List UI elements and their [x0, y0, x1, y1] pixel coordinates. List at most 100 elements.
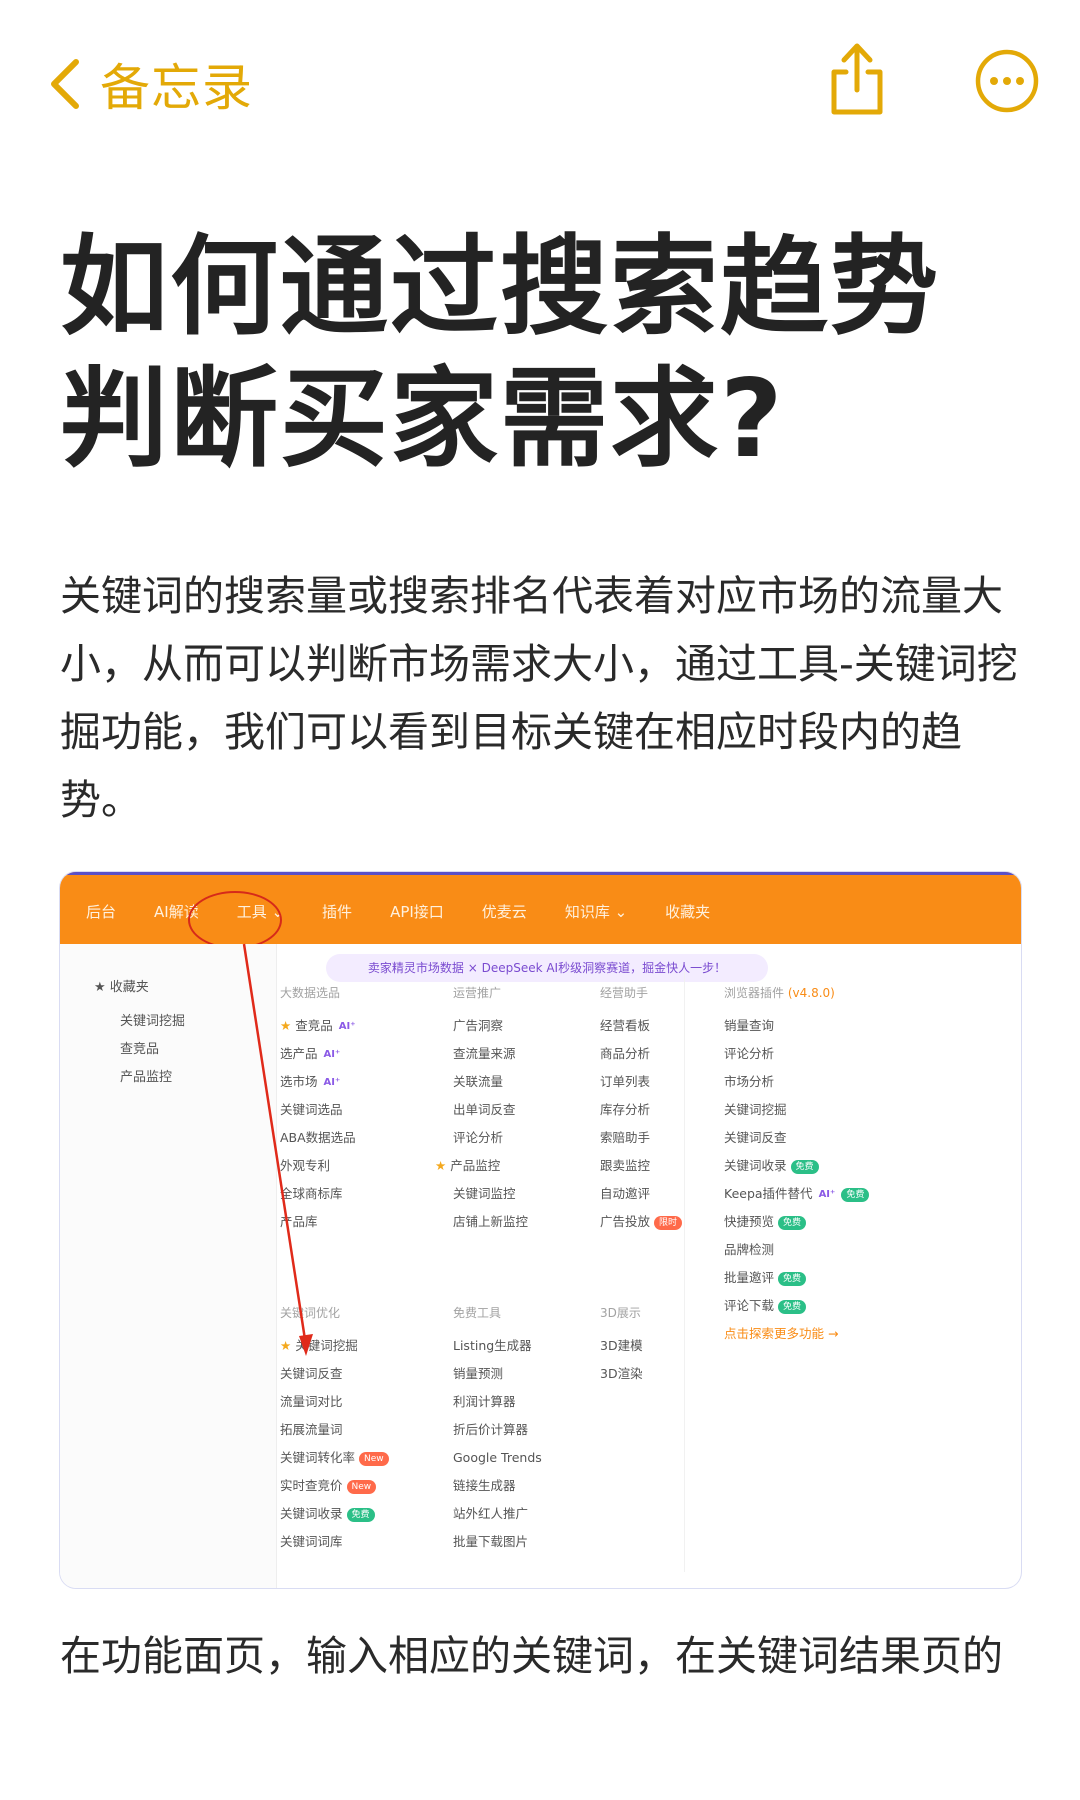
tool-item: 广告洞察 — [453, 1018, 504, 1033]
menu-item: 收藏夹 — [665, 902, 711, 921]
note-paragraph-2: 在功能面页，输入相应的关键词，在关键词结果页的 — [60, 1632, 1003, 1680]
tool-item: 经营看板 — [600, 1018, 651, 1033]
tool-item: 自动邀评 — [600, 1186, 651, 1201]
tool-item: 市场分析 — [724, 1074, 775, 1089]
column-big-data: 大数据选品 ★ 查竞品 AI⁺ 选产品 AI⁺ 选市场 AI⁺ 关键词选品 ABA数据选… — [280, 980, 450, 1236]
star-icon: ★ — [94, 980, 110, 995]
back-button[interactable]: 备忘录 — [46, 48, 253, 120]
tool-item: 拓展流量词 — [280, 1422, 343, 1437]
tool-item: 实时查竞价 New — [280, 1472, 450, 1500]
menu-item: 优麦云 — [481, 902, 527, 921]
tool-item: 品牌检测 — [724, 1242, 775, 1257]
favorite-item: 产品监控 — [120, 1070, 173, 1085]
tool-item: 站外红人推广 — [453, 1506, 529, 1521]
tool-item: 关键词转化率 New — [280, 1444, 450, 1472]
column-header: 免费工具 — [453, 1306, 502, 1320]
tool-item: 3D渲染 — [600, 1366, 643, 1381]
tool-left-panel: ★ 收藏夹 关键词挖掘 查竞品 产品监控 — [60, 944, 277, 1588]
star-icon: ★ — [280, 1018, 292, 1033]
tool-item: 评论分析 — [724, 1046, 775, 1061]
column-free-tools: 免费工具 Listing生成器 销量预测 利润计算器 折后价计算器 Google… — [453, 1300, 603, 1556]
tool-item: 关键词词库 — [280, 1534, 343, 1549]
tool-item: 批量下载图片 — [453, 1534, 529, 1549]
tool-item: 选市场 AI⁺ — [280, 1074, 341, 1089]
column-operations: 运营推广 广告洞察 查流量来源 关联流量 出单词反查 评论分析 ★ 产品监控 关键… — [435, 980, 603, 1236]
tool-item: Keepa插件替代 AI⁺ 免费 — [724, 1180, 924, 1208]
column-keyword-optimization: 关键词优化 ★ 关键词挖掘 关键词反查 流量词对比 拓展流量词 关键词转化率 New… — [280, 1300, 450, 1556]
tool-item: 销量查询 — [724, 1018, 775, 1033]
tool-item: 关联流量 — [453, 1074, 504, 1089]
menu-item: 插件 — [322, 902, 353, 921]
tool-item: 索赔助手 — [600, 1130, 651, 1145]
tool-item: 折后价计算器 — [453, 1422, 529, 1437]
tool-item: 关键词监控 — [453, 1186, 516, 1201]
tool-item: 出单词反查 — [453, 1102, 516, 1117]
tool-item: 关键词反查 — [724, 1130, 787, 1145]
tool-item: 订单列表 — [600, 1074, 651, 1089]
menu-item: API接口 — [390, 902, 444, 921]
tool-item: 链接生成器 — [453, 1478, 516, 1493]
tool-item: 利润计算器 — [453, 1394, 516, 1409]
tool-item: 销量预测 — [453, 1366, 504, 1381]
tool-item: 店铺上新监控 — [453, 1214, 529, 1229]
tool-item: 关键词选品 — [280, 1102, 343, 1117]
tool-item: 广告投放 限时 — [600, 1208, 684, 1236]
tool-item: 外观专利 — [280, 1158, 331, 1173]
column-header: 浏览器插件 (v4.8.0) — [724, 986, 835, 1000]
tool-item: 全球商标库 — [280, 1186, 343, 1201]
column-header: 3D展示 — [600, 1306, 641, 1320]
chevron-left-icon — [51, 59, 79, 109]
star-icon: ★ — [435, 1158, 447, 1173]
share-icon[interactable] — [824, 40, 890, 118]
tool-item: 商品分析 — [600, 1046, 651, 1061]
note-paragraph-1: 关键词的搜索量或搜索排名代表着对应市场的流量大小，从而可以判断市场需求大小，通过… — [60, 572, 1018, 824]
favorite-item: 关键词挖掘 — [120, 1014, 186, 1029]
tool-item: 查流量来源 — [453, 1046, 516, 1061]
column-header: 大数据选品 — [280, 986, 341, 1000]
tool-item: 产品库 — [280, 1214, 318, 1229]
note-title-line1: 如何通过搜索趋势 — [60, 225, 941, 350]
tool-item: 评论分析 — [453, 1130, 504, 1145]
tool-item: 批量邀评 免费 — [724, 1264, 924, 1292]
column-header: 运营推广 — [453, 986, 502, 1000]
more-options-icon[interactable] — [974, 48, 1040, 114]
column-3d: 3D展示 3D建模 3D渲染 — [600, 1300, 684, 1388]
tool-item: ★ 查竞品 AI⁺ — [280, 1018, 356, 1033]
tool-item: 流量词对比 — [280, 1394, 343, 1409]
tool-item: Google Trends — [453, 1450, 542, 1465]
tool-item: 跟卖监控 — [600, 1158, 651, 1173]
menu-item: 后台 — [86, 902, 117, 921]
tool-top-menu: 后台 AI解读 工具 ⌄ 插件 API接口 优麦云 知识库 ⌄ 收藏夹 — [60, 872, 1021, 949]
tool-item-keyword-mining: ★ 关键词挖掘 — [280, 1338, 358, 1353]
tool-item: 关键词收录 免费 — [280, 1500, 450, 1528]
tool-item: 关键词挖掘 — [724, 1102, 787, 1117]
explore-more-link: 点击探索更多功能 → — [724, 1326, 839, 1341]
embedded-screenshot[interactable]: 后台 AI解读 工具 ⌄ 插件 API接口 优麦云 知识库 ⌄ 收藏夹 ★ 收藏… — [60, 872, 1021, 1588]
tool-item: 库存分析 — [600, 1102, 651, 1117]
column-browser-plugin: 浏览器插件 (v4.8.0) 销量查询 评论分析 市场分析 关键词挖掘 关键词反… — [724, 980, 924, 1348]
tool-item: ABA数据选品 — [280, 1130, 356, 1145]
favorites-label: ★ 收藏夹 — [94, 980, 149, 995]
tool-item: 关键词收录 免费 — [724, 1152, 924, 1180]
back-label: 备忘录 — [100, 59, 253, 117]
tool-item: 快捷预览 免费 — [724, 1208, 924, 1236]
promo-banner: 卖家精灵市场数据 × DeepSeek AI秒级洞察赛道，掘金快人一步！ — [326, 954, 768, 982]
column-header: 经营助手 — [600, 986, 649, 1000]
note-title-line2: 判断买家需求? — [60, 357, 785, 482]
note-title: 如何通过搜索趋势 判断买家需求? — [60, 222, 1040, 486]
tool-item: ★ 产品监控 — [435, 1158, 501, 1173]
divider — [684, 972, 685, 1572]
favorite-item: 查竞品 — [120, 1042, 160, 1057]
column-business: 经营助手 经营看板 商品分析 订单列表 库存分析 索赔助手 跟卖监控 自动邀评 … — [600, 980, 684, 1236]
navigation-bar: 备忘录 — [0, 0, 1080, 170]
red-circle-highlight — [188, 891, 282, 949]
tool-item: Listing生成器 — [453, 1338, 532, 1353]
star-icon: ★ — [280, 1338, 292, 1353]
tool-item: 选产品 AI⁺ — [280, 1046, 341, 1061]
tool-item: 3D建模 — [600, 1338, 643, 1353]
tool-menu-items: 后台 AI解读 工具 ⌄ 插件 API接口 优麦云 知识库 ⌄ 收藏夹 — [86, 875, 748, 947]
tool-item: 关键词反查 — [280, 1366, 343, 1381]
tool-item: 评论下载 免费 — [724, 1292, 924, 1320]
menu-item: 知识库 ⌄ — [564, 902, 628, 921]
column-header: 关键词优化 — [280, 1306, 341, 1320]
